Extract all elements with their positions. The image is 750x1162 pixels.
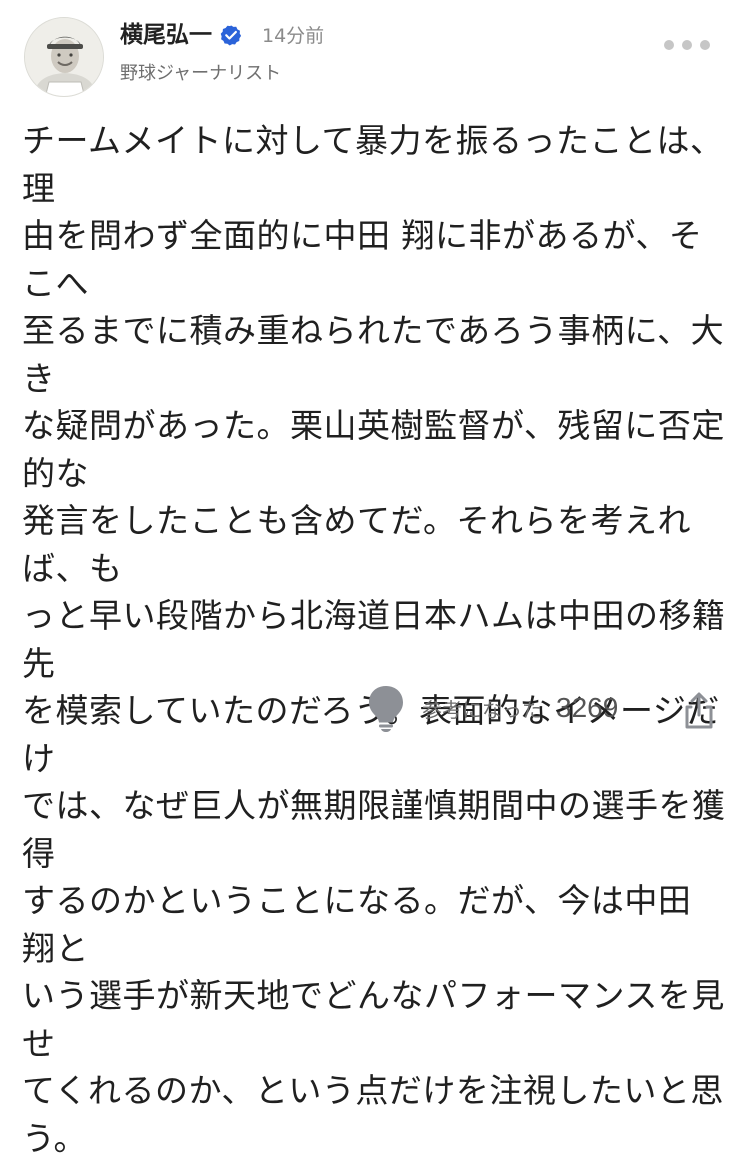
comment-footer: 参考になった 3269: [0, 675, 750, 745]
author-name[interactable]: 横尾弘一: [120, 20, 212, 50]
avatar-photo: [25, 18, 103, 96]
more-options-button[interactable]: [650, 28, 724, 62]
helpful-label: 参考になった: [422, 697, 542, 722]
helpful-count: 3269: [556, 692, 619, 723]
share-icon: [685, 692, 713, 729]
author-role: 野球ジャーナリスト: [120, 63, 282, 84]
share-button[interactable]: [682, 691, 716, 731]
comment-timestamp: 14分前: [262, 25, 325, 47]
comment-header: 横尾弘一 14分前 野球ジャーナリスト: [0, 0, 750, 110]
more-horizontal-icon: [682, 40, 692, 50]
more-horizontal-icon: [664, 40, 674, 50]
verified-badge-icon: [220, 25, 242, 46]
comment-text: チームメイトに対して暴力を振るったことは、理 由を問わず全面的に中田 翔に非があ…: [22, 121, 726, 1158]
helpful-button[interactable]: 参考になった 3269: [366, 683, 618, 733]
lightbulb-icon: [369, 686, 403, 732]
more-horizontal-icon: [700, 40, 710, 50]
avatar[interactable]: [24, 17, 104, 97]
